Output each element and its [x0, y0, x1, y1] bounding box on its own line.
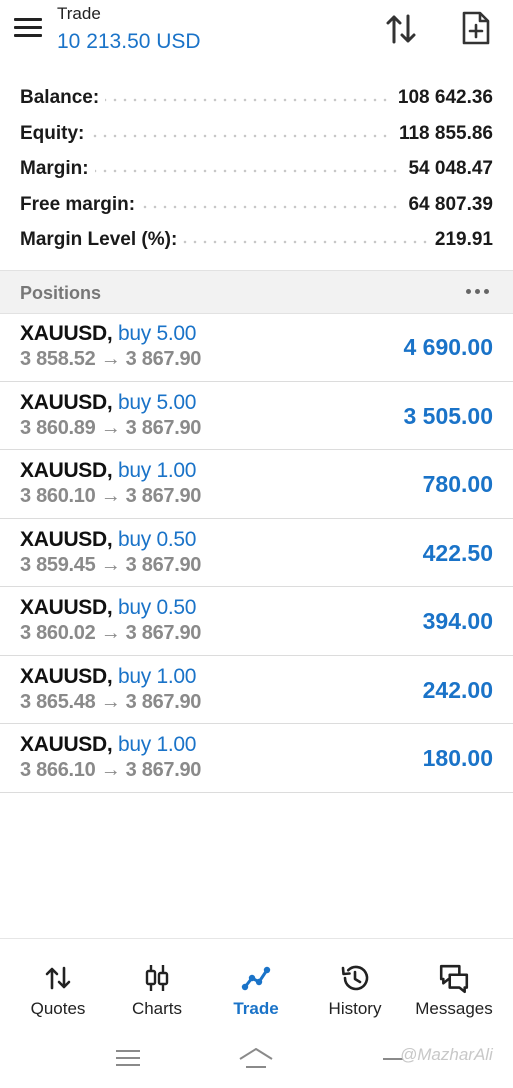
position-symbol: XAUUSD,	[20, 733, 113, 756]
nav-charts[interactable]: Charts	[107, 953, 207, 1023]
more-options-icon[interactable]	[465, 284, 491, 298]
position-prices: 3 858.52 → 3 867.90	[20, 348, 202, 370]
position-type: buy 1.00	[117, 733, 197, 756]
top-app-bar: Trade 10 213.50 USD	[0, 0, 513, 72]
watermark: @MazharAli	[400, 1045, 493, 1064]
sort-icon[interactable]	[384, 12, 418, 46]
summary-label: Equity:	[20, 122, 91, 145]
summary-row-balance: Balance: 108 642.36	[0, 82, 513, 118]
summary-label: Margin:	[20, 158, 95, 180]
position-symbol: XAUUSD,	[20, 664, 113, 688]
nav-label: Charts	[131, 999, 183, 1018]
position-symbol: XAUUSD,	[20, 596, 113, 619]
page-title: Trade	[57, 4, 101, 23]
summary-row-free-margin: Free margin: 64 807.39	[0, 189, 513, 225]
history-icon	[341, 965, 369, 991]
position-type: buy 5.00	[117, 390, 197, 414]
position-prices: 3 866.10 → 3 867.90	[20, 759, 202, 781]
quotes-icon	[45, 966, 71, 990]
summary-value: 54 048.47	[402, 158, 493, 180]
position-symbol: XAUUSD,	[20, 322, 113, 345]
summary-value: 219.91	[428, 229, 493, 251]
position-prices: 3 859.45 → 3 867.90	[20, 553, 202, 576]
positions-list: XAUUSD, buy 5.00 3 858.52 → 3 867.90 4 6…	[0, 313, 513, 793]
nav-messages[interactable]: Messages	[404, 953, 504, 1023]
nav-label: History	[328, 999, 382, 1018]
position-row[interactable]: XAUUSD, buy 5.00 3 860.89 → 3 867.90 3 5…	[0, 382, 513, 450]
menu-icon[interactable]	[14, 16, 42, 38]
summary-row-margin: Margin: 54 048.47	[0, 153, 513, 189]
position-row[interactable]: XAUUSD, buy 1.00 3 866.10 → 3 867.90 180…	[0, 724, 513, 793]
position-symbol: XAUUSD,	[20, 459, 113, 482]
summary-row-equity: Equity: 118 855.86	[0, 118, 513, 154]
recent-apps-icon[interactable]	[116, 1049, 140, 1069]
position-type: buy 1.00	[117, 459, 197, 482]
bottom-navigation: Quotes Charts Trade History Messages	[0, 938, 513, 1034]
position-row[interactable]: XAUUSD, buy 1.00 3 860.10 → 3 867.90 780…	[0, 450, 513, 519]
nav-trade[interactable]: Trade	[206, 953, 306, 1023]
account-profit-total: 10 213.50 USD	[57, 30, 201, 53]
position-prices: 3 860.02 → 3 867.90	[20, 622, 202, 644]
account-summary: Balance: 108 642.36 Equity: 118 855.86 M…	[0, 82, 513, 260]
summary-row-margin-level: Margin Level (%): 219.91	[0, 224, 513, 260]
position-profit: 180.00	[422, 745, 493, 771]
summary-value: 118 855.86	[392, 122, 493, 145]
position-type: buy 1.00	[117, 664, 197, 688]
positions-section-header: Positions	[0, 270, 513, 314]
nav-label: Trade	[233, 999, 279, 1018]
position-profit: 394.00	[422, 608, 493, 634]
position-prices: 3 865.48 → 3 867.90	[20, 690, 202, 713]
summary-label: Balance:	[20, 87, 106, 109]
home-icon[interactable]	[238, 1043, 274, 1073]
position-profit: 242.00	[422, 676, 493, 703]
charts-icon	[145, 965, 169, 991]
position-profit: 780.00	[422, 471, 493, 497]
nav-label: Quotes	[30, 999, 86, 1018]
position-type: buy 0.50	[117, 527, 197, 551]
nav-label: Messages	[415, 999, 493, 1018]
position-row[interactable]: XAUUSD, buy 1.00 3 865.48 → 3 867.90 242…	[0, 656, 513, 724]
messages-icon	[439, 964, 469, 994]
position-row[interactable]: XAUUSD, buy 0.50 3 859.45 → 3 867.90 422…	[0, 519, 513, 587]
position-profit: 3 505.00	[403, 402, 493, 429]
position-symbol: XAUUSD,	[20, 527, 113, 551]
nav-history[interactable]: History	[305, 953, 405, 1023]
position-type: buy 5.00	[117, 322, 197, 345]
positions-title: Positions	[20, 283, 102, 303]
position-profit: 422.50	[422, 539, 493, 566]
position-prices: 3 860.89 → 3 867.90	[20, 416, 202, 439]
summary-label: Margin Level (%):	[20, 229, 184, 251]
summary-label: Free margin:	[20, 193, 142, 216]
trade-icon	[241, 966, 271, 991]
nav-quotes[interactable]: Quotes	[8, 953, 108, 1023]
position-type: buy 0.50	[117, 596, 197, 619]
position-symbol: XAUUSD,	[20, 390, 113, 414]
summary-value: 64 807.39	[402, 193, 493, 216]
position-row[interactable]: XAUUSD, buy 5.00 3 858.52 → 3 867.90 4 6…	[0, 313, 513, 382]
position-row[interactable]: XAUUSD, buy 0.50 3 860.02 → 3 867.90 394…	[0, 587, 513, 656]
position-profit: 4 690.00	[403, 334, 493, 360]
summary-value: 108 642.36	[391, 87, 493, 109]
position-prices: 3 860.10 → 3 867.90	[20, 485, 202, 507]
new-order-icon[interactable]	[459, 10, 493, 46]
system-navigation-bar: @MazharAli	[0, 1033, 513, 1088]
